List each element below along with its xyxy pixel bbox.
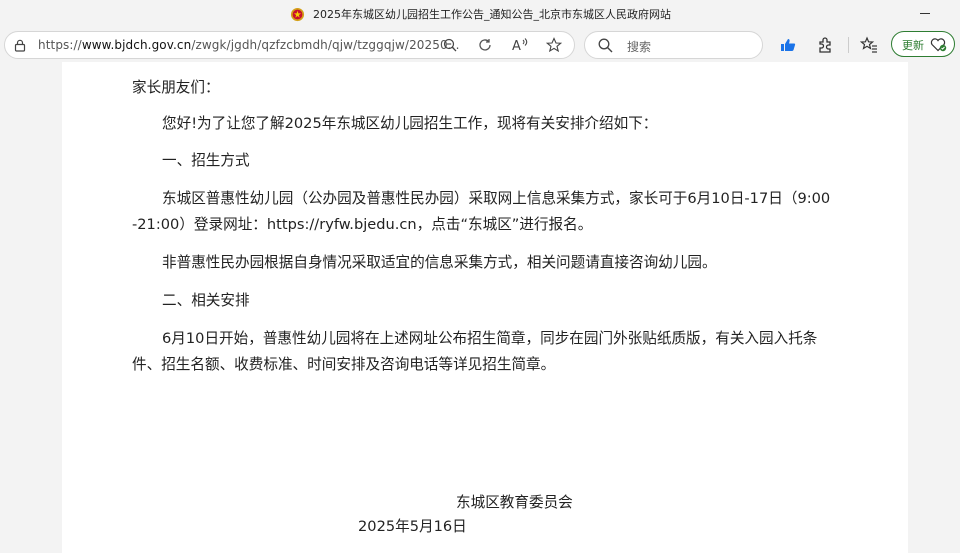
search-icon	[598, 38, 613, 53]
address-bar[interactable]: https://www.bjdch.gov.cn/zwgk/jgdh/qzfzc…	[4, 31, 575, 59]
update-button[interactable]: 更新	[891, 31, 955, 57]
intro-paragraph: 您好!为了让您了解2025年东城区幼儿园招生工作，现将有关安排介绍如下：	[162, 115, 658, 132]
read-aloud-icon[interactable]: A	[512, 37, 530, 53]
heart-pulse-icon	[930, 38, 947, 52]
url-domain: www.bjdch.gov.cn	[81, 38, 192, 52]
section-heading-enrollment-method: 一、招生方式	[162, 152, 250, 169]
refresh-icon[interactable]	[477, 37, 493, 53]
signature-date: 2025年5月16日	[358, 518, 467, 535]
paragraph-line: -21:00）登录网址：https://ryfw.bjedu.cn，点击“东城区…	[132, 216, 593, 233]
paragraph-line: 东城区普惠性幼儿园（公办园及普惠性民办园）采取网上信息采集方式，家长可于6月10…	[162, 190, 831, 207]
thumbs-up-icon[interactable]	[780, 38, 796, 52]
salutation: 家长朋友们：	[132, 79, 220, 96]
update-button-label: 更新	[902, 39, 924, 52]
zoom-out-icon[interactable]	[443, 38, 457, 52]
signature-organization: 东城区教育委员会	[456, 494, 573, 511]
title-bar: 2025年东城区幼儿园招生工作公告_通知公告_北京市东城区人民政府网站	[0, 0, 960, 28]
paragraph-line: 件、招生名额、收费标准、时间安排及咨询电话等详见招生简章。	[132, 356, 556, 373]
paragraph-line: 6月10日开始，普惠性幼儿园将在上述网址公布招生简章，同步在园门外张贴纸质版，有…	[162, 330, 818, 347]
extensions-icon[interactable]	[817, 36, 835, 54]
paragraph-line: 非普惠性民办园根据自身情况采取适宜的信息采集方式，相关问题请直接咨询幼儿园。	[162, 254, 717, 271]
url-path: /zwgk/jgdh/qzfzcbmdh/qjw/tzggqjw/20250..…	[191, 38, 460, 52]
tab-title-group: 2025年东城区幼儿园招生工作公告_通知公告_北京市东城区人民政府网站	[290, 5, 671, 23]
minimize-icon[interactable]	[920, 13, 930, 14]
svg-text:A: A	[512, 39, 521, 53]
browser-toolbar: https://www.bjdch.gov.cn/zwgk/jgdh/qzfzc…	[0, 28, 960, 62]
favorites-icon[interactable]	[860, 36, 878, 54]
tab-title: 2025年东城区幼儿园招生工作公告_通知公告_北京市东城区人民政府网站	[313, 8, 671, 21]
toolbar-divider	[848, 37, 849, 53]
section-heading-arrangements: 二、相关安排	[162, 292, 250, 309]
search-box[interactable]: 搜索	[584, 31, 763, 59]
search-placeholder: 搜索	[627, 40, 652, 54]
url-prefix: https://	[38, 38, 82, 52]
national-emblem-icon	[290, 7, 305, 21]
address-url[interactable]: https://www.bjdch.gov.cn/zwgk/jgdh/qzfzc…	[38, 38, 460, 52]
lock-icon[interactable]	[14, 39, 26, 52]
star-icon[interactable]	[546, 37, 562, 53]
page-content: 家长朋友们： 您好!为了让您了解2025年东城区幼儿园招生工作，现将有关安排介绍…	[62, 62, 908, 553]
